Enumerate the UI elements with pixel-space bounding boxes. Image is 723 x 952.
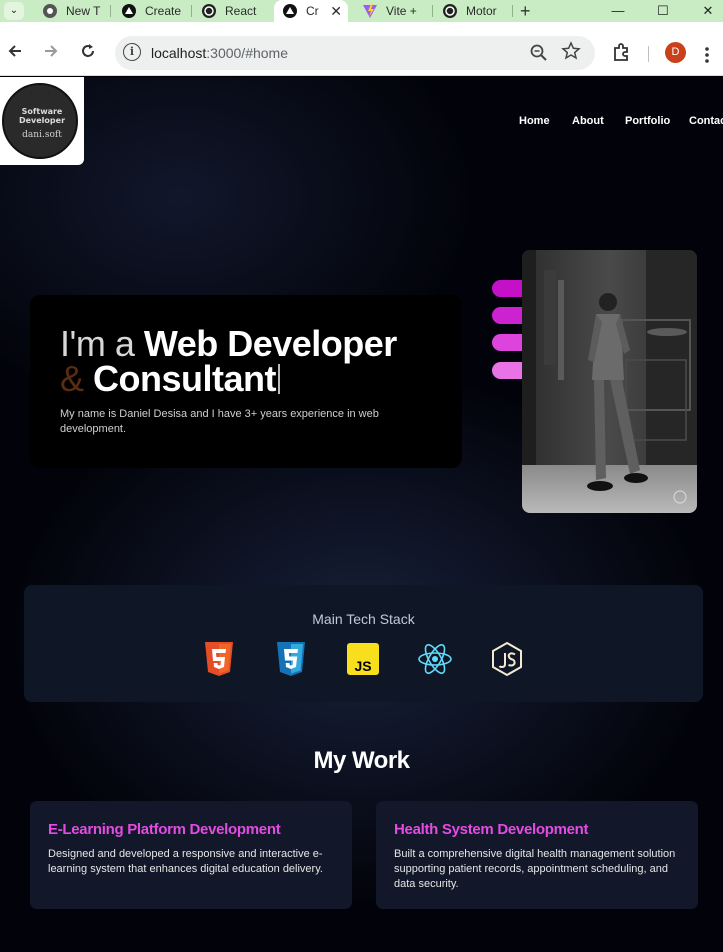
url-text[interactable]: localhost:3000/#home <box>151 45 288 61</box>
tab-create[interactable]: Create <box>113 0 191 22</box>
project-description: Built a comprehensive digital health man… <box>394 848 676 890</box>
project-title: E-Learning Platform Development <box>48 821 281 838</box>
tab-label: Motor <box>466 4 497 18</box>
hero-description: My name is Daniel Desisa and I have 3+ y… <box>60 408 379 435</box>
nav-portfolio[interactable]: Portfolio <box>625 115 670 127</box>
project-title: Health System Development <box>394 821 589 838</box>
kebab-menu-icon[interactable] <box>702 46 712 64</box>
tab-motor[interactable]: Motor <box>434 0 512 22</box>
back-arrow-icon[interactable] <box>6 42 24 60</box>
chrome-icon <box>43 4 57 18</box>
profile-avatar[interactable]: D <box>665 42 686 63</box>
logo-line-1: Software <box>21 107 63 116</box>
tab-react[interactable]: React <box>193 0 271 22</box>
nav-contact[interactable]: Contac <box>689 115 723 127</box>
tab-vite[interactable]: Vite + <box>354 0 430 22</box>
work-section-title: My Work <box>313 747 410 774</box>
site-logo[interactable]: Software Developer dani.soft <box>0 77 84 165</box>
hero-role-2: Consultant <box>93 358 276 399</box>
logo-line-3: dani.soft <box>22 130 62 140</box>
new-tab-button[interactable]: + <box>520 0 531 22</box>
tab-label: Vite + <box>386 4 417 18</box>
tab-new-tab[interactable]: New T <box>34 0 110 22</box>
site-info-icon[interactable]: i <box>123 43 141 61</box>
nav-home[interactable]: Home <box>519 115 550 127</box>
tab-label: React <box>225 4 257 18</box>
html5-icon <box>205 642 233 676</box>
typing-caret <box>278 364 280 394</box>
tab-separator <box>110 5 111 17</box>
logo-line-2: Developer <box>18 116 66 125</box>
tab-strip: ⌄ New T Create React Cr ✕ Vite + Motor +… <box>0 0 723 22</box>
tech-stack-card: Main Tech Stack JS <box>24 585 703 702</box>
github-icon <box>122 4 136 18</box>
profile-photo <box>522 250 697 513</box>
openai-icon <box>443 4 457 18</box>
project-card[interactable]: E-Learning Platform Development Designed… <box>30 801 352 909</box>
tab-separator <box>432 5 433 17</box>
project-card[interactable]: Health System Development Built a compre… <box>376 801 698 909</box>
close-window-button[interactable]: ✕ <box>693 0 723 22</box>
nav-about[interactable]: About <box>572 115 604 127</box>
nodejs-icon <box>492 641 522 677</box>
js-label: JS <box>354 658 371 674</box>
tab-label: Create <box>145 4 182 18</box>
hero-card: I'm a Web Developer & Consultant My name… <box>30 295 462 468</box>
close-tab-icon[interactable]: ✕ <box>330 0 342 22</box>
url-host: localhost <box>151 45 207 61</box>
browser-toolbar: i localhost:3000/#home D <box>0 22 723 76</box>
profile-photo-image <box>522 250 697 513</box>
reload-icon[interactable] <box>79 42 97 60</box>
project-description: Designed and developed a responsive and … <box>48 848 323 875</box>
css3-icon <box>277 642 305 676</box>
tab-separator <box>191 5 192 17</box>
javascript-icon: JS <box>347 643 379 675</box>
maximize-button[interactable]: ☐ <box>648 0 678 22</box>
page-viewport: Software Developer dani.soft Home About … <box>0 77 723 952</box>
openai-icon <box>202 4 216 18</box>
bookmark-star-icon[interactable] <box>561 41 581 61</box>
react-icon <box>418 644 452 674</box>
forward-arrow-icon[interactable] <box>42 42 60 60</box>
url-path: :3000/#home <box>206 45 288 61</box>
tab-separator <box>512 5 513 17</box>
minimize-button[interactable]: — <box>603 0 633 22</box>
logo-badge: Software Developer dani.soft <box>2 83 78 159</box>
address-bar[interactable]: i localhost:3000/#home <box>115 36 595 70</box>
tech-stack-title: Main Tech Stack <box>312 611 415 627</box>
tab-label: Cr <box>306 4 319 18</box>
vite-icon <box>363 4 377 18</box>
toolbar-divider <box>648 46 649 62</box>
hero-headline-line-2: & Consultant <box>60 358 280 400</box>
zoom-icon[interactable] <box>529 43 549 63</box>
triangle-icon <box>283 4 297 18</box>
tab-label: New T <box>66 4 101 18</box>
extensions-puzzle-icon[interactable] <box>611 42 631 62</box>
tab-active[interactable]: Cr ✕ <box>274 0 348 22</box>
tab-search-button[interactable]: ⌄ <box>4 2 24 20</box>
hero-ampersand: & <box>60 358 94 399</box>
